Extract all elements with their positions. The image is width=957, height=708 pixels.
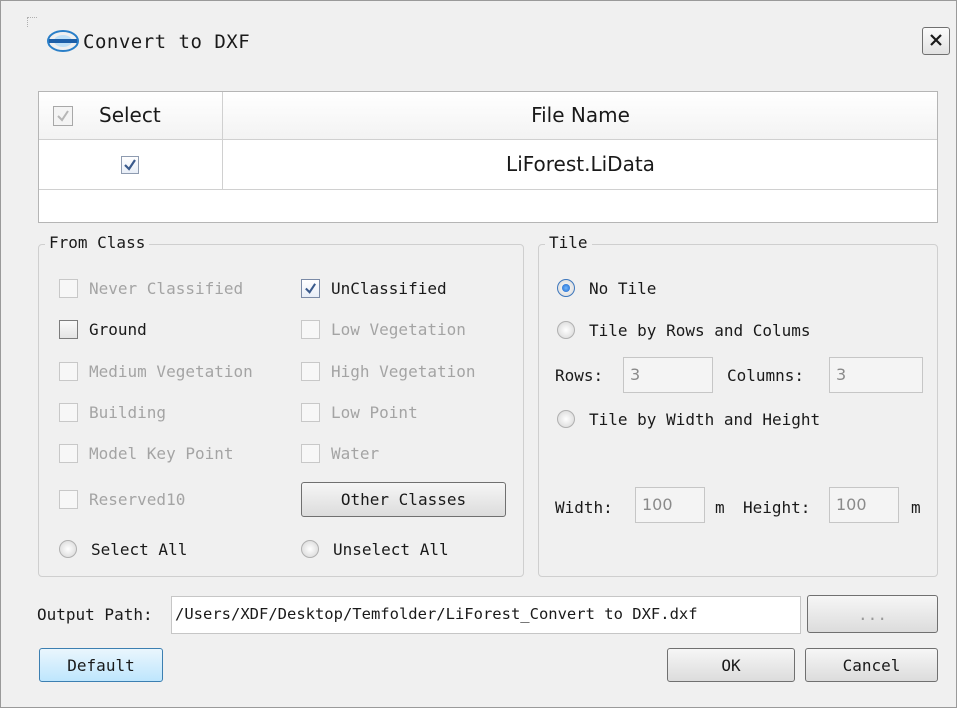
rows-input[interactable]: 3 (623, 357, 713, 393)
other-classes-button[interactable]: Other Classes (301, 482, 506, 517)
class-high-vegetation-checkbox[interactable]: High Vegetation (301, 360, 476, 382)
drag-grip-icon[interactable] (27, 17, 37, 27)
check-icon (57, 110, 69, 122)
unselect-all-radio[interactable]: Unselect All (301, 538, 449, 560)
table-header: Select File Name (39, 92, 937, 140)
class-never-classified-checkbox[interactable]: Never Classified (59, 277, 243, 299)
from-class-title: From Class (45, 233, 150, 252)
class-low-vegetation-checkbox[interactable]: Low Vegetation (301, 318, 466, 340)
output-path-label: Output Path: (37, 605, 153, 624)
no-tile-radio[interactable]: No Tile (557, 277, 656, 299)
select-column-header[interactable]: Select (39, 92, 223, 140)
height-input[interactable]: 100 (829, 487, 899, 523)
class-reserved10-checkbox[interactable]: Reserved10 (59, 488, 185, 510)
tile-title: Tile (545, 233, 592, 252)
table-row[interactable]: LiForest.LiData (39, 140, 937, 190)
dialog-title: Convert to DXF (83, 31, 251, 53)
columns-input[interactable]: 3 (829, 357, 923, 393)
columns-label: Columns: (727, 366, 805, 385)
close-icon (929, 32, 943, 51)
tile-by-width-height-radio[interactable]: Tile by Width and Height (557, 408, 820, 430)
height-unit: m (911, 498, 921, 517)
ok-button[interactable]: OK (667, 648, 795, 682)
check-icon (124, 159, 136, 171)
from-class-group: From Class Never Classified UnClassified… (38, 233, 524, 577)
default-button[interactable]: Default (39, 648, 163, 682)
class-water-checkbox[interactable]: Water (301, 442, 379, 464)
close-button[interactable] (922, 27, 950, 55)
file-name-cell: LiForest.LiData (506, 152, 655, 176)
select-all-files-checkbox[interactable] (53, 106, 73, 126)
title-bar: Convert to DXF (1, 1, 956, 83)
rows-label: Rows: (555, 366, 604, 385)
class-model-key-point-checkbox[interactable]: Model Key Point (59, 442, 234, 464)
file-table: Select File Name LiForest.LiData (38, 91, 938, 223)
file-name-column-header[interactable]: File Name (224, 103, 937, 127)
width-unit: m (715, 498, 725, 517)
check-icon (305, 282, 316, 294)
width-label: Width: (555, 498, 613, 517)
height-label: Height: (743, 498, 811, 517)
convert-to-dxf-dialog: Convert to DXF Select File Name LiForest… (0, 0, 957, 708)
row-select-checkbox[interactable] (121, 156, 139, 174)
select-column-label: Select (99, 103, 161, 127)
select-all-radio[interactable]: Select All (59, 538, 187, 560)
tile-group: Tile No Tile Tile by Rows and Colums Row… (538, 233, 938, 577)
row-select-cell (39, 140, 223, 190)
cancel-button[interactable]: Cancel (805, 648, 938, 682)
class-building-checkbox[interactable]: Building (59, 401, 166, 423)
class-ground-checkbox[interactable]: Ground (59, 318, 147, 340)
tile-by-rows-columns-radio[interactable]: Tile by Rows and Colums (557, 319, 811, 341)
width-input[interactable]: 100 (635, 487, 705, 523)
class-medium-vegetation-checkbox[interactable]: Medium Vegetation (59, 360, 253, 382)
class-unclassified-checkbox[interactable]: UnClassified (301, 277, 447, 299)
class-low-point-checkbox[interactable]: Low Point (301, 401, 418, 423)
output-path-input[interactable]: /Users/XDF/Desktop/Temfolder/LiForest_Co… (171, 596, 801, 634)
liforest-logo-icon (45, 29, 81, 53)
browse-button[interactable]: ... (807, 595, 938, 633)
